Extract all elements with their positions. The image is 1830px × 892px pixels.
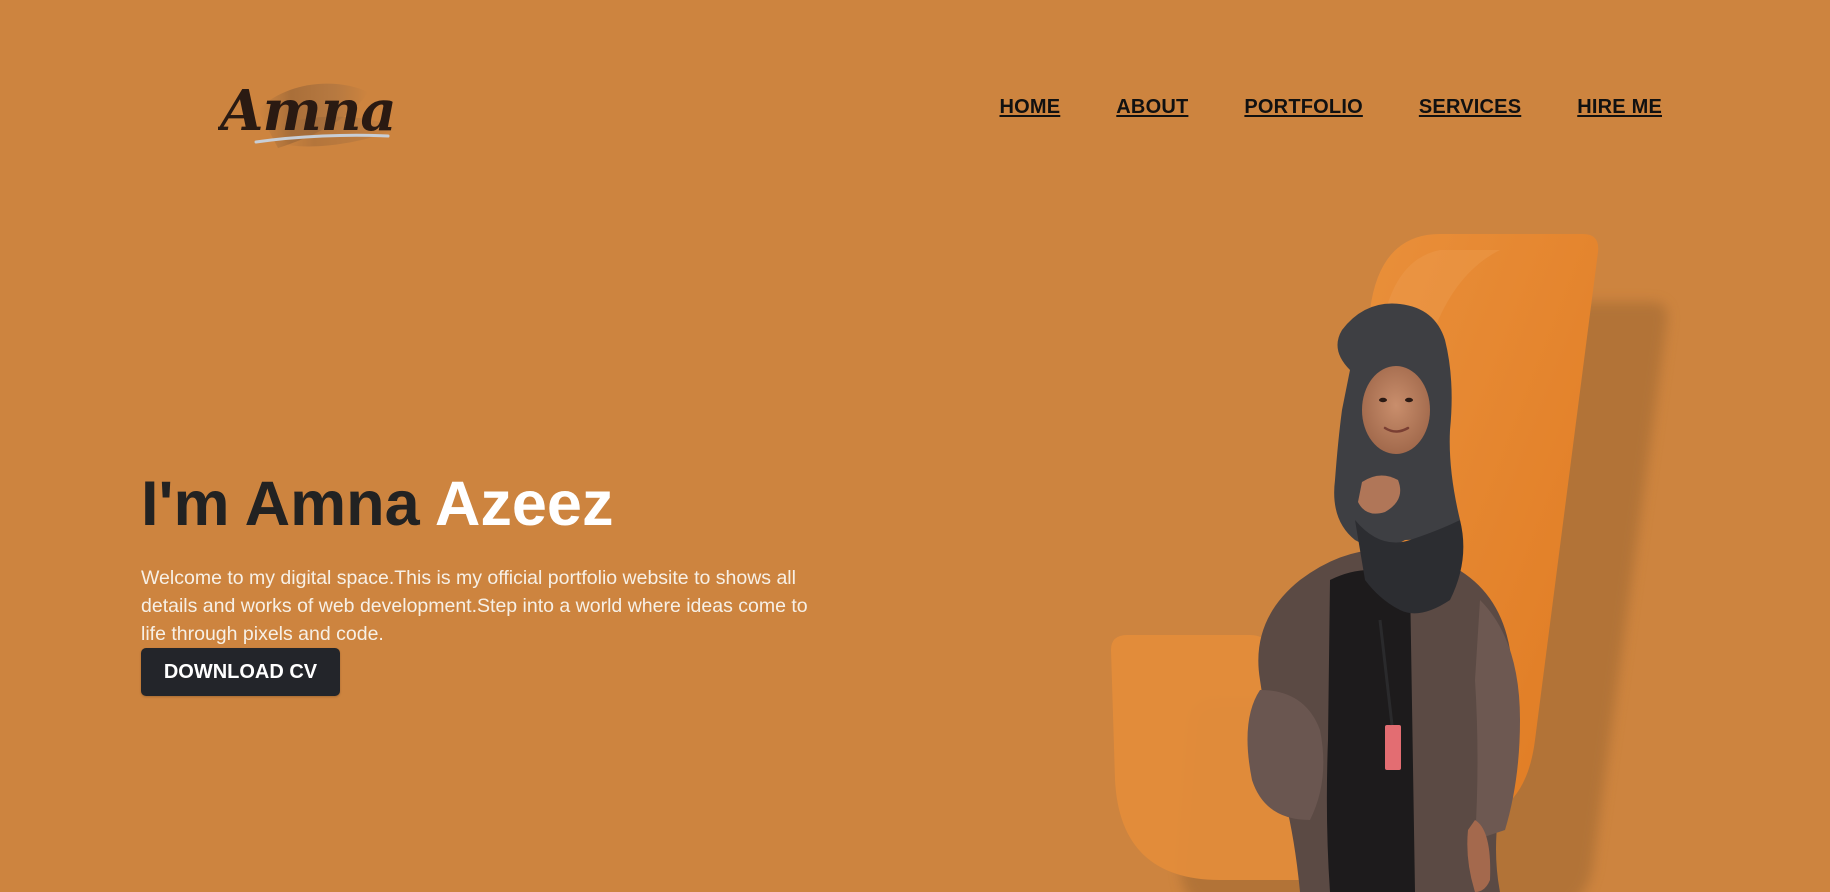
download-cv-button[interactable]: DOWNLOAD CV <box>141 648 340 696</box>
hero-title-accent: Azeez <box>434 469 614 539</box>
hero-artwork <box>1080 220 1780 892</box>
nav-home[interactable]: HOME <box>999 96 1060 119</box>
svg-text:Amna: Amna <box>218 78 396 144</box>
nav-hire-me[interactable]: HIRE ME <box>1577 96 1662 119</box>
logo[interactable]: Amna <box>215 70 448 160</box>
hero-title: I'm Amna Azeez <box>141 468 613 540</box>
hero-title-prefix: I'm Amna <box>141 469 435 539</box>
hero-description: Welcome to my digital space.This is my o… <box>141 567 808 645</box>
nav-services[interactable]: SERVICES <box>1419 96 1521 119</box>
hero-page: Amna HOME ABOUT PORTFOLIO SERVICES HIRE … <box>0 0 1830 892</box>
signature-logo-icon: Amna <box>215 78 398 148</box>
profile-photo-icon <box>1111 234 1668 892</box>
main-nav: HOME ABOUT PORTFOLIO SERVICES HIRE ME <box>999 96 1662 119</box>
nav-about[interactable]: ABOUT <box>1116 96 1188 119</box>
nav-portfolio[interactable]: PORTFOLIO <box>1244 96 1362 119</box>
